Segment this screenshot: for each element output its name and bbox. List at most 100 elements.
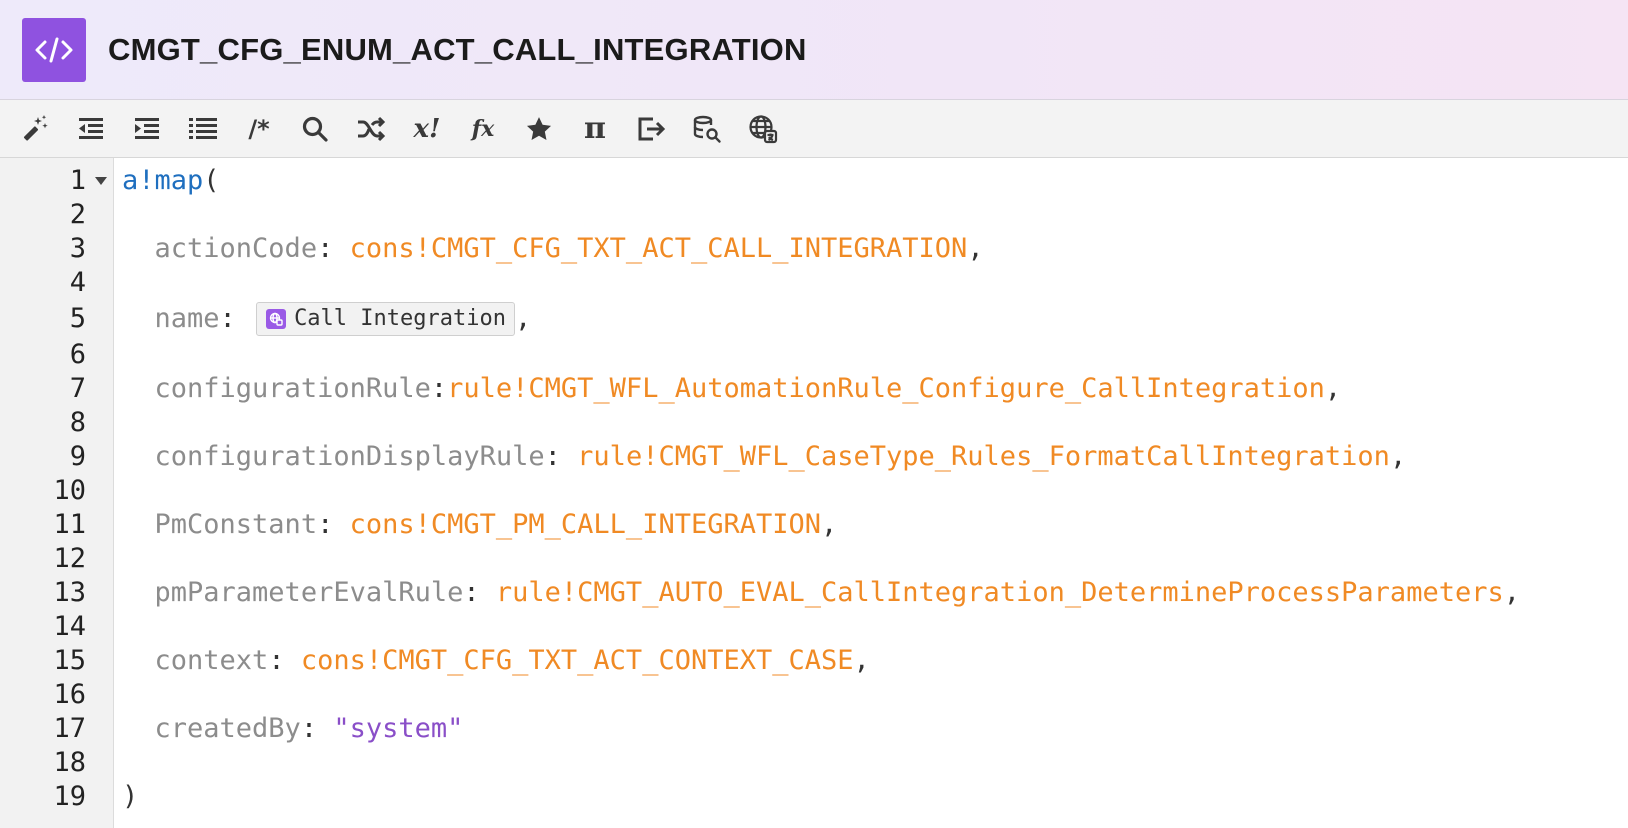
code-line: createdBy: "system" bbox=[122, 712, 1628, 746]
shuffle-icon[interactable] bbox=[352, 109, 390, 149]
param-key: createdBy bbox=[154, 713, 301, 744]
punctuation: : bbox=[219, 303, 253, 334]
database-search-icon[interactable] bbox=[688, 109, 726, 149]
param-key: actionCode bbox=[154, 233, 318, 264]
string-literal: "system" bbox=[333, 713, 464, 744]
code-line: configurationRule:rule!CMGT_WFL_Automati… bbox=[122, 372, 1628, 406]
function-token: a!map bbox=[122, 165, 204, 196]
translation-globe-icon bbox=[266, 308, 287, 329]
punctuation: : bbox=[544, 441, 578, 472]
code-line: configurationDisplayRule: rule!CMGT_WFL_… bbox=[122, 440, 1628, 474]
line-number: 1 bbox=[0, 164, 113, 198]
punctuation: , bbox=[1503, 577, 1520, 608]
line-number: 3 bbox=[69, 233, 86, 264]
line-number: 17 bbox=[53, 713, 86, 744]
expression-rule-logo-icon bbox=[22, 17, 86, 82]
function-icon-label: fx bbox=[471, 115, 495, 142]
comment-icon[interactable]: /* bbox=[240, 109, 278, 149]
translation-globe-icon[interactable] bbox=[744, 109, 782, 149]
punctuation: : bbox=[430, 373, 448, 404]
page-title: CMGT_CFG_ENUM_ACT_CALL_INTEGRATION bbox=[108, 31, 807, 67]
punctuation: ) bbox=[122, 781, 139, 812]
line-number: 9 bbox=[69, 441, 86, 472]
constant-reference[interactable]: cons!CMGT_PM_CALL_INTEGRATION bbox=[350, 509, 821, 540]
param-key: pmParameterEvalRule bbox=[154, 577, 464, 608]
comment-icon-label: /* bbox=[248, 114, 270, 143]
code-line: a!map( bbox=[122, 164, 1628, 198]
line-number: 2 bbox=[69, 199, 86, 230]
line-number: 12 bbox=[53, 543, 86, 574]
star-icon[interactable] bbox=[520, 109, 558, 149]
function-icon[interactable]: fx bbox=[464, 109, 502, 149]
line-number: 11 bbox=[53, 509, 86, 540]
rule-reference[interactable]: rule!CMGT_WFL_CaseType_Rules_FormatCallI… bbox=[577, 441, 1390, 472]
translation-string-chip[interactable]: Call Integration bbox=[256, 301, 515, 336]
punctuation: : bbox=[317, 509, 350, 540]
code-content[interactable]: a!map( actionCode: cons!CMGT_CFG_TXT_ACT… bbox=[114, 158, 1628, 828]
line-number: 16 bbox=[53, 679, 86, 710]
param-key: name bbox=[154, 303, 220, 334]
pi-icon-label: π bbox=[584, 111, 606, 146]
punctuation: , bbox=[967, 233, 984, 264]
code-line: name: Call Integration, bbox=[122, 300, 1628, 338]
punctuation: : bbox=[463, 577, 496, 608]
export-icon[interactable] bbox=[632, 109, 670, 149]
line-number: 7 bbox=[69, 373, 86, 404]
punctuation: , bbox=[514, 303, 532, 334]
punctuation: , bbox=[853, 645, 870, 676]
constant-reference[interactable]: cons!CMGT_CFG_TXT_ACT_CALL_INTEGRATION bbox=[350, 233, 968, 264]
line-number: 18 bbox=[53, 747, 86, 778]
translation-string-label: Call Integration bbox=[294, 305, 506, 331]
punctuation: : bbox=[268, 645, 301, 676]
list-icon[interactable] bbox=[184, 109, 222, 149]
pi-icon[interactable]: π bbox=[576, 109, 614, 149]
param-key: configurationRule bbox=[154, 373, 431, 404]
line-number: 8 bbox=[69, 407, 86, 438]
punctuation: , bbox=[1389, 441, 1407, 472]
constant-reference[interactable]: cons!CMGT_CFG_TXT_ACT_CONTEXT_CASE bbox=[301, 645, 854, 676]
outdent-icon[interactable] bbox=[72, 109, 110, 149]
punctuation: : bbox=[317, 233, 350, 264]
code-line: pmParameterEvalRule: rule!CMGT_AUTO_EVAL… bbox=[122, 576, 1628, 610]
line-number: 10 bbox=[53, 475, 86, 506]
punctuation: ( bbox=[203, 165, 220, 196]
code-line: PmConstant: cons!CMGT_PM_CALL_INTEGRATIO… bbox=[122, 508, 1628, 542]
indent-icon[interactable] bbox=[128, 109, 166, 149]
line-number-gutter: 1 2 3 4 5 6 7 8 9 10 11 12 13 14 15 16 1… bbox=[0, 158, 114, 828]
line-number: 6 bbox=[69, 339, 86, 370]
rule-reference[interactable]: rule!CMGT_WFL_AutomationRule_Configure_C… bbox=[447, 373, 1325, 404]
line-number: 19 bbox=[53, 781, 86, 812]
line-number: 15 bbox=[53, 645, 86, 676]
header: CMGT_CFG_ENUM_ACT_CALL_INTEGRATION bbox=[0, 0, 1628, 100]
search-icon[interactable] bbox=[296, 109, 334, 149]
punctuation: , bbox=[821, 509, 838, 540]
variable-icon-label: x! bbox=[413, 113, 441, 144]
param-key: PmConstant bbox=[154, 509, 318, 540]
param-key: configurationDisplayRule bbox=[154, 441, 545, 472]
line-number: 5 bbox=[69, 303, 86, 334]
param-key: context bbox=[154, 645, 269, 676]
magic-wand-icon[interactable] bbox=[16, 109, 54, 149]
punctuation: , bbox=[1324, 373, 1342, 404]
code-editor[interactable]: 1 2 3 4 5 6 7 8 9 10 11 12 13 14 15 16 1… bbox=[0, 158, 1628, 828]
rule-reference[interactable]: rule!CMGT_AUTO_EVAL_CallIntegration_Dete… bbox=[496, 577, 1504, 608]
code-line: context: cons!CMGT_CFG_TXT_ACT_CONTEXT_C… bbox=[122, 644, 1628, 678]
line-number: 13 bbox=[53, 577, 86, 608]
code-line: actionCode: cons!CMGT_CFG_TXT_ACT_CALL_I… bbox=[122, 232, 1628, 266]
variable-icon[interactable]: x! bbox=[408, 109, 446, 149]
line-number: 4 bbox=[69, 267, 86, 298]
punctuation: : bbox=[300, 713, 334, 744]
code-line: ) bbox=[122, 780, 1628, 814]
fold-toggle-icon[interactable] bbox=[95, 177, 107, 185]
line-number: 14 bbox=[53, 611, 86, 642]
editor-toolbar: /* x! fx π bbox=[0, 100, 1628, 158]
